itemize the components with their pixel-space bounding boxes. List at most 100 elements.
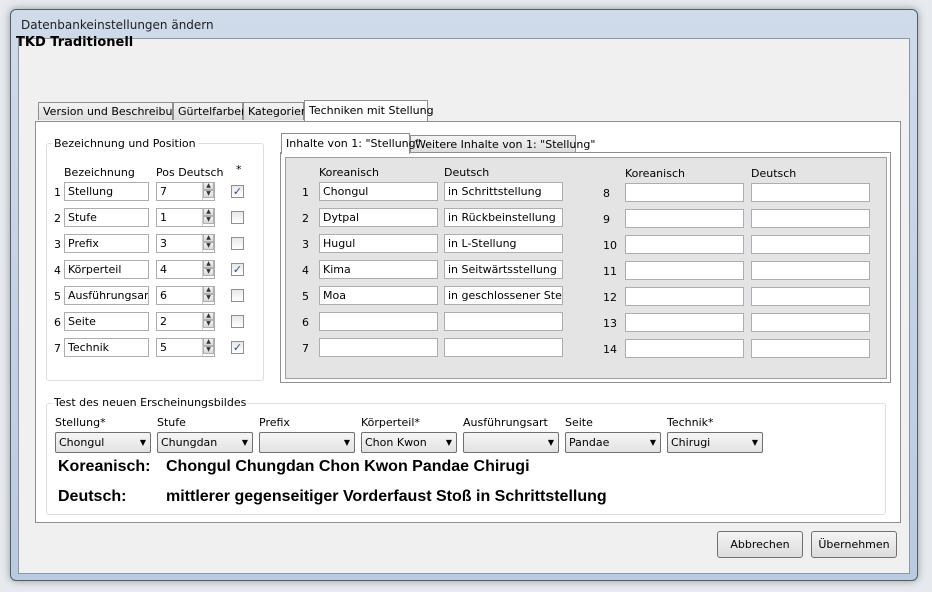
content-row-number: 6	[302, 316, 309, 329]
content-row-number: 7	[302, 342, 309, 355]
deutsch-field[interactable]: in Schrittstellung	[444, 182, 563, 201]
deutsch-field[interactable]	[444, 338, 563, 357]
spin-down-icon[interactable]: ▼	[203, 294, 214, 302]
required-checkbox[interactable]: ✓	[231, 341, 244, 354]
pos-stepper-value: 2	[160, 315, 167, 328]
spin-up-icon[interactable]: ▲	[203, 261, 214, 268]
bezeichnung-field[interactable]: Stufe	[64, 208, 149, 227]
koreanisch-field[interactable]	[625, 261, 744, 280]
koreanisch-field[interactable]	[625, 313, 744, 332]
koreanisch-field[interactable]: Chongul	[319, 182, 438, 201]
spin-up-icon[interactable]: ▲	[203, 339, 214, 346]
content-row-number: 5	[302, 290, 309, 303]
tab-kategorien[interactable]: Kategorien	[243, 102, 308, 120]
preview-combobox[interactable]: Pandae ▼	[565, 432, 661, 453]
spin-buttons[interactable]: ▲ ▼	[202, 235, 214, 252]
bezeichnung-field[interactable]: Technik	[64, 338, 149, 357]
bezeichnung-field[interactable]: Körperteil	[64, 260, 149, 279]
tab-version[interactable]: Version und Beschreibung	[38, 102, 186, 120]
spin-down-icon[interactable]: ▼	[203, 242, 214, 250]
deutsch-field[interactable]: in geschlossener Stellun	[444, 286, 563, 305]
spin-up-icon[interactable]: ▲	[203, 183, 214, 190]
bezeichnung-field[interactable]: Stellung	[64, 182, 149, 201]
tab-weitere-inhalte[interactable]: Weitere Inhalte von 1: "Stellung"	[410, 135, 595, 153]
pos-stepper-value: 4	[160, 263, 167, 276]
preview-combobox[interactable]: Chirugi ▼	[667, 432, 763, 453]
deutsch-field[interactable]	[751, 235, 870, 254]
required-checkbox[interactable]: ✓	[231, 263, 244, 276]
cancel-button[interactable]: Abbrechen	[717, 531, 803, 558]
pos-stepper[interactable]: 5 ▲ ▼	[156, 338, 215, 357]
spin-down-icon[interactable]: ▼	[203, 268, 214, 276]
koreanisch-field[interactable]	[319, 312, 438, 331]
deutsch-field[interactable]: in Seitwärtsstellung	[444, 260, 563, 279]
deutsch-field[interactable]	[751, 183, 870, 202]
preview-combobox[interactable]: Chungdan ▼	[157, 432, 253, 453]
deutsch-field[interactable]: in Rückbeinstellung	[444, 208, 563, 227]
spin-buttons[interactable]: ▲ ▼	[202, 287, 214, 304]
deutsch-field[interactable]	[444, 312, 563, 331]
deutsch-field[interactable]	[751, 209, 870, 228]
required-checkbox[interactable]	[231, 237, 244, 250]
apply-button[interactable]: Übernehmen	[811, 531, 897, 558]
content-row-number: 14	[603, 343, 617, 356]
required-checkbox[interactable]: ✓	[231, 185, 244, 198]
spin-up-icon[interactable]: ▲	[203, 287, 214, 294]
spin-down-icon[interactable]: ▼	[203, 346, 214, 354]
bezeichnung-field[interactable]: Prefix	[64, 234, 149, 253]
chevron-down-icon: ▼	[139, 438, 146, 447]
deutsch-field[interactable]	[751, 339, 870, 358]
pos-stepper[interactable]: 4 ▲ ▼	[156, 260, 215, 279]
preview-combobox[interactable]: ▼	[463, 432, 559, 453]
tab-techniken[interactable]: Techniken mit Stellung	[304, 100, 434, 121]
required-checkbox[interactable]	[231, 289, 244, 302]
preview-field-label: Seite	[565, 416, 593, 429]
bezeichnung-field[interactable]: Seite	[64, 312, 149, 331]
deutsch-field[interactable]	[751, 287, 870, 306]
required-checkbox[interactable]	[231, 315, 244, 328]
pos-stepper-value: 3	[160, 237, 167, 250]
spin-buttons[interactable]: ▲ ▼	[202, 261, 214, 278]
spin-buttons[interactable]: ▲ ▼	[202, 183, 214, 200]
spin-down-icon[interactable]: ▼	[203, 216, 214, 224]
spin-up-icon[interactable]: ▲	[203, 209, 214, 216]
koreanisch-field[interactable]: Dytpal	[319, 208, 438, 227]
deutsch-field[interactable]	[751, 313, 870, 332]
koreanisch-field[interactable]: Hugul	[319, 234, 438, 253]
german-text: mittlerer gegenseitiger Vorderfaust Stoß…	[166, 488, 607, 505]
deutsch-field[interactable]	[751, 261, 870, 280]
tab-guertelfarben[interactable]: Gürtelfarben	[173, 102, 248, 120]
spin-up-icon[interactable]: ▲	[203, 313, 214, 320]
pos-stepper[interactable]: 7 ▲ ▼	[156, 182, 215, 201]
pos-stepper[interactable]: 3 ▲ ▼	[156, 234, 215, 253]
pos-stepper[interactable]: 1 ▲ ▼	[156, 208, 215, 227]
page-title: TKD Traditionell	[16, 35, 134, 50]
preview-combobox[interactable]: Chon Kwon ▼	[361, 432, 457, 453]
col-bezeichnung-header: Bezeichnung	[64, 166, 135, 179]
spin-buttons[interactable]: ▲ ▼	[202, 313, 214, 330]
koreanisch-field[interactable]	[625, 235, 744, 254]
row-number: 4	[54, 264, 61, 277]
spin-up-icon[interactable]: ▲	[203, 235, 214, 242]
spin-buttons[interactable]: ▲ ▼	[202, 209, 214, 226]
preview-combobox[interactable]: ▼	[259, 432, 355, 453]
row-number: 7	[54, 342, 61, 355]
spin-down-icon[interactable]: ▼	[203, 190, 214, 198]
koreanisch-field[interactable]: Kima	[319, 260, 438, 279]
required-checkbox[interactable]	[231, 211, 244, 224]
koreanisch-field[interactable]	[625, 339, 744, 358]
bezeichnung-field[interactable]: Ausführungsart	[64, 286, 149, 305]
spin-buttons[interactable]: ▲ ▼	[202, 339, 214, 356]
spin-down-icon[interactable]: ▼	[203, 320, 214, 328]
koreanisch-field[interactable]	[625, 209, 744, 228]
koreanisch-field[interactable]: Moa	[319, 286, 438, 305]
koreanisch-field[interactable]	[625, 183, 744, 202]
tab-inhalte[interactable]: Inhalte von 1: "Stellung"	[281, 133, 421, 154]
koreanisch-field[interactable]	[319, 338, 438, 357]
preview-combobox[interactable]: Chongul ▼	[55, 432, 151, 453]
pos-stepper[interactable]: 2 ▲ ▼	[156, 312, 215, 331]
korean-label: Koreanisch:	[58, 458, 151, 475]
pos-stepper[interactable]: 6 ▲ ▼	[156, 286, 215, 305]
deutsch-field[interactable]: in L-Stellung	[444, 234, 563, 253]
koreanisch-field[interactable]	[625, 287, 744, 306]
